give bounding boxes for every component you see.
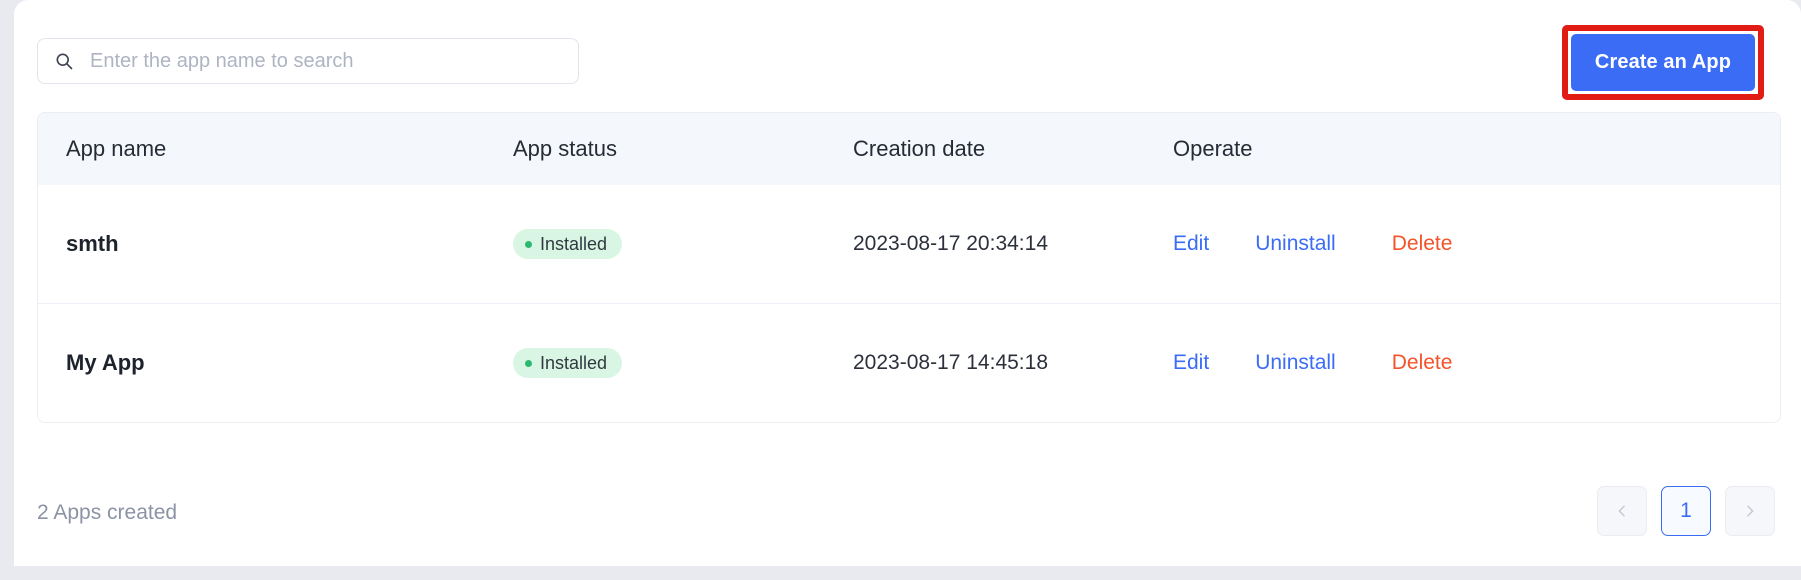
search-box[interactable] <box>37 38 579 84</box>
cell-app-status: Installed <box>513 348 853 378</box>
cell-app-status: Installed <box>513 229 853 259</box>
apps-table: App name App status Creation date Operat… <box>37 112 1781 423</box>
create-app-button[interactable]: Create an App <box>1571 34 1755 91</box>
operate-links: Edit Uninstall Delete <box>1173 232 1780 256</box>
status-badge-label: Installed <box>540 352 608 373</box>
cell-operate: Edit Uninstall Delete <box>1173 232 1780 256</box>
status-dot-icon <box>525 359 532 367</box>
app-list-page: Create an App App name App status Creati… <box>0 0 1801 580</box>
create-app-highlight-wrap: Create an App <box>1562 25 1764 100</box>
cell-app-name: smth <box>66 231 119 256</box>
pagination-page-1[interactable]: 1 <box>1661 486 1711 536</box>
edit-link[interactable]: Edit <box>1173 351 1209 375</box>
column-header-creation-date: Creation date <box>853 136 986 161</box>
table-body: smth Installed 2023-08-17 20:34:14 Edit … <box>38 185 1780 422</box>
operate-links: Edit Uninstall Delete <box>1173 351 1780 375</box>
column-header-app-name: App name <box>66 136 167 161</box>
footer: 2 Apps created 1 <box>14 484 1801 566</box>
search-input[interactable] <box>88 38 578 84</box>
cell-creation-date: 2023-08-17 20:34:14 <box>853 232 1048 255</box>
chevron-left-icon <box>1618 505 1625 517</box>
uninstall-link[interactable]: Uninstall <box>1255 351 1336 375</box>
table-row: smth Installed 2023-08-17 20:34:14 Edit … <box>38 185 1780 303</box>
status-badge-label: Installed <box>540 233 608 254</box>
pagination-next-button[interactable] <box>1725 486 1775 536</box>
table-header-row: App name App status Creation date Operat… <box>38 113 1780 185</box>
apps-created-count: 2 Apps created <box>37 501 178 524</box>
edit-link[interactable]: Edit <box>1173 232 1209 256</box>
column-header-app-status: App status <box>513 136 617 161</box>
cell-app-name: My App <box>66 350 145 375</box>
delete-link[interactable]: Delete <box>1392 232 1453 256</box>
uninstall-link[interactable]: Uninstall <box>1255 232 1336 256</box>
content-card: Create an App App name App status Creati… <box>14 0 1801 566</box>
pagination-prev-button[interactable] <box>1597 486 1647 536</box>
status-badge: Installed <box>513 348 623 378</box>
search-icon <box>56 53 73 70</box>
column-header-operate: Operate <box>1173 136 1253 161</box>
toolbar: Create an App <box>14 0 1801 100</box>
status-dot-icon <box>525 240 532 248</box>
delete-link[interactable]: Delete <box>1392 351 1453 375</box>
cell-operate: Edit Uninstall Delete <box>1173 351 1780 375</box>
status-badge: Installed <box>513 229 623 259</box>
chevron-right-icon <box>1747 505 1754 517</box>
pagination: 1 <box>1583 486 1775 536</box>
table-row: My App Installed 2023-08-17 14:45:18 Edi… <box>38 303 1780 422</box>
cell-creation-date: 2023-08-17 14:45:18 <box>853 351 1048 374</box>
